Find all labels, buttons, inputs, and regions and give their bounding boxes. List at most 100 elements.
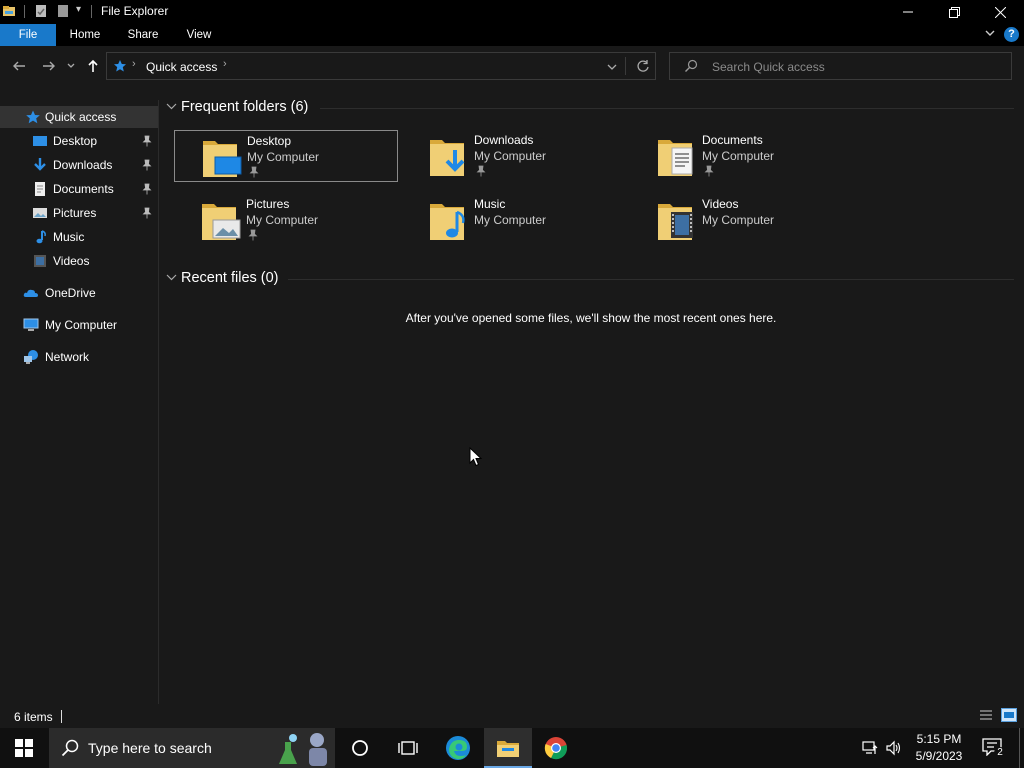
folder-tile-documents[interactable]: Documents My Computer xyxy=(630,130,854,182)
computer-icon xyxy=(23,318,39,331)
sidebar-item-onedrive[interactable]: OneDrive xyxy=(0,282,158,304)
address-history-dropdown[interactable] xyxy=(607,61,617,75)
sidebar-item-desktop[interactable]: Desktop xyxy=(0,130,158,152)
taskbar-file-explorer[interactable] xyxy=(484,728,532,768)
taskbar-search[interactable]: Type here to search xyxy=(49,728,335,768)
breadcrumb-separator-icon[interactable]: › xyxy=(132,58,136,70)
sidebar-item-videos[interactable]: Videos xyxy=(0,250,158,272)
pin-icon[interactable] xyxy=(476,165,486,177)
folder-location: My Computer xyxy=(702,213,775,227)
sidebar-item-label: Network xyxy=(45,350,90,364)
chevron-down-icon xyxy=(607,64,617,70)
details-view-icon xyxy=(980,710,992,720)
pictures-folder-icon xyxy=(202,204,241,240)
tiles-view-icon xyxy=(1004,712,1014,718)
music-folder-icon xyxy=(430,204,465,240)
file-explorer-icon xyxy=(497,741,519,757)
search-highlight-icon xyxy=(279,733,327,766)
restore-button[interactable] xyxy=(931,0,977,24)
recent-empty-message: After you've opened some files, we'll sh… xyxy=(405,311,777,325)
folder-tile-downloads[interactable]: Downloads My Computer xyxy=(402,130,626,182)
recent-collapse-toggle[interactable] xyxy=(166,272,177,286)
tab-view[interactable]: View xyxy=(178,24,220,46)
tab-file[interactable]: File xyxy=(0,24,56,46)
taskbar: Type here to search 5:15 PM 5/9/2023 2 xyxy=(0,728,1024,768)
pin-icon[interactable] xyxy=(249,166,259,178)
sidebar-item-label: OneDrive xyxy=(45,286,96,300)
sidebar-item-quick-access[interactable]: Quick access xyxy=(0,106,158,128)
taskbar-chrome[interactable] xyxy=(532,728,580,768)
network-tray-icon[interactable] xyxy=(862,740,880,759)
chrome-browser-icon xyxy=(544,737,567,760)
sidebar-item-network[interactable]: Network xyxy=(0,346,158,368)
breadcrumb-quick-access[interactable]: Quick access xyxy=(146,60,217,74)
folder-name: Pictures xyxy=(246,197,290,211)
search-input[interactable] xyxy=(710,58,1004,76)
sidebar-item-downloads[interactable]: Downloads xyxy=(0,154,158,176)
large-icons-view-button[interactable] xyxy=(1001,708,1017,722)
pin-icon[interactable] xyxy=(248,229,258,241)
tab-share[interactable]: Share xyxy=(120,24,166,46)
show-desktop-button[interactable] xyxy=(1019,728,1020,768)
sidebar-item-label: Pictures xyxy=(53,206,97,220)
taskbar-edge[interactable] xyxy=(434,728,482,768)
cortana-button[interactable] xyxy=(336,728,384,768)
expand-ribbon-icon[interactable] xyxy=(984,27,996,42)
search-box[interactable] xyxy=(669,52,1012,80)
folder-tile-videos[interactable]: Videos My Computer xyxy=(630,194,854,246)
sidebar-item-label: Quick access xyxy=(45,110,117,124)
sidebar-item-music[interactable]: Music xyxy=(0,226,158,248)
recent-locations-button[interactable] xyxy=(63,57,79,75)
pin-icon[interactable] xyxy=(704,165,714,177)
close-icon xyxy=(994,6,1006,18)
videos-folder-icon xyxy=(658,204,693,240)
volume-icon[interactable] xyxy=(886,740,902,759)
pin-icon[interactable] xyxy=(142,183,152,195)
forward-button[interactable] xyxy=(40,57,58,75)
tab-home[interactable]: Home xyxy=(62,24,108,46)
minimize-button[interactable] xyxy=(885,0,931,24)
help-icon[interactable]: ? xyxy=(1004,27,1019,42)
new-folder-icon[interactable] xyxy=(56,4,70,18)
sidebar-item-documents[interactable]: Documents xyxy=(0,178,158,200)
documents-folder-icon xyxy=(658,140,693,176)
properties-icon[interactable] xyxy=(34,4,48,18)
folder-location: My Computer xyxy=(246,213,319,227)
frequent-collapse-toggle[interactable] xyxy=(166,101,177,115)
folder-tile-desktop[interactable]: Desktop My Computer xyxy=(174,130,398,182)
star-icon xyxy=(26,110,40,124)
up-button[interactable] xyxy=(84,57,102,75)
customize-qat-icon[interactable]: ▾ xyxy=(76,4,81,15)
search-icon xyxy=(685,59,698,72)
folder-location: My Computer xyxy=(474,149,547,163)
task-view-button[interactable] xyxy=(384,728,432,768)
close-button[interactable] xyxy=(977,0,1023,24)
refresh-button[interactable] xyxy=(636,59,650,76)
mouse-cursor-icon xyxy=(469,447,483,467)
recent-files-heading[interactable]: Recent files (0) xyxy=(181,270,279,286)
pictures-icon xyxy=(33,208,47,218)
sidebar-item-my-computer[interactable]: My Computer xyxy=(0,314,158,336)
chevron-down-icon xyxy=(166,274,177,281)
sidebar-item-label: Music xyxy=(53,230,85,244)
folder-name: Music xyxy=(474,197,506,211)
explorer-app-icon[interactable] xyxy=(2,4,16,18)
documents-icon xyxy=(35,182,45,196)
start-button[interactable] xyxy=(0,728,48,768)
frequent-folders-heading[interactable]: Frequent folders (6) xyxy=(181,99,308,115)
back-button[interactable] xyxy=(10,57,28,75)
pin-icon[interactable] xyxy=(142,135,152,147)
folder-tile-pictures[interactable]: Pictures My Computer xyxy=(174,194,398,246)
desktop-icon xyxy=(33,136,47,146)
breadcrumb-chevron-icon[interactable]: › xyxy=(223,58,227,70)
action-center-button[interactable]: 2 xyxy=(982,738,1006,759)
folder-tile-music[interactable]: Music My Computer xyxy=(402,194,626,246)
sidebar-item-label: My Computer xyxy=(45,318,118,332)
address-bar[interactable]: › Quick access › xyxy=(106,52,656,80)
details-view-button[interactable] xyxy=(979,709,993,724)
pin-icon[interactable] xyxy=(142,159,152,171)
qat-divider xyxy=(24,5,25,18)
pin-icon[interactable] xyxy=(142,207,152,219)
taskbar-clock[interactable]: 5:15 PM 5/9/2023 xyxy=(904,731,974,765)
sidebar-item-pictures[interactable]: Pictures xyxy=(0,202,158,224)
